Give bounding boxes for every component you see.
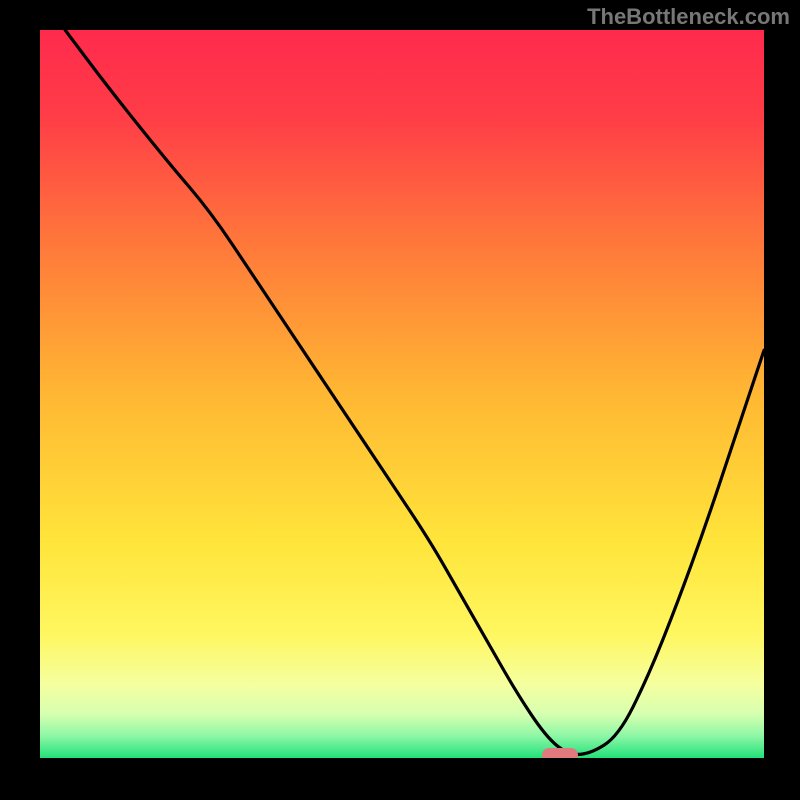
- x-axis: [36, 758, 764, 762]
- y-axis: [36, 30, 40, 762]
- chart-curve: [36, 30, 764, 758]
- watermark-text: TheBottleneck.com: [587, 4, 790, 30]
- bottleneck-chart: [36, 30, 764, 758]
